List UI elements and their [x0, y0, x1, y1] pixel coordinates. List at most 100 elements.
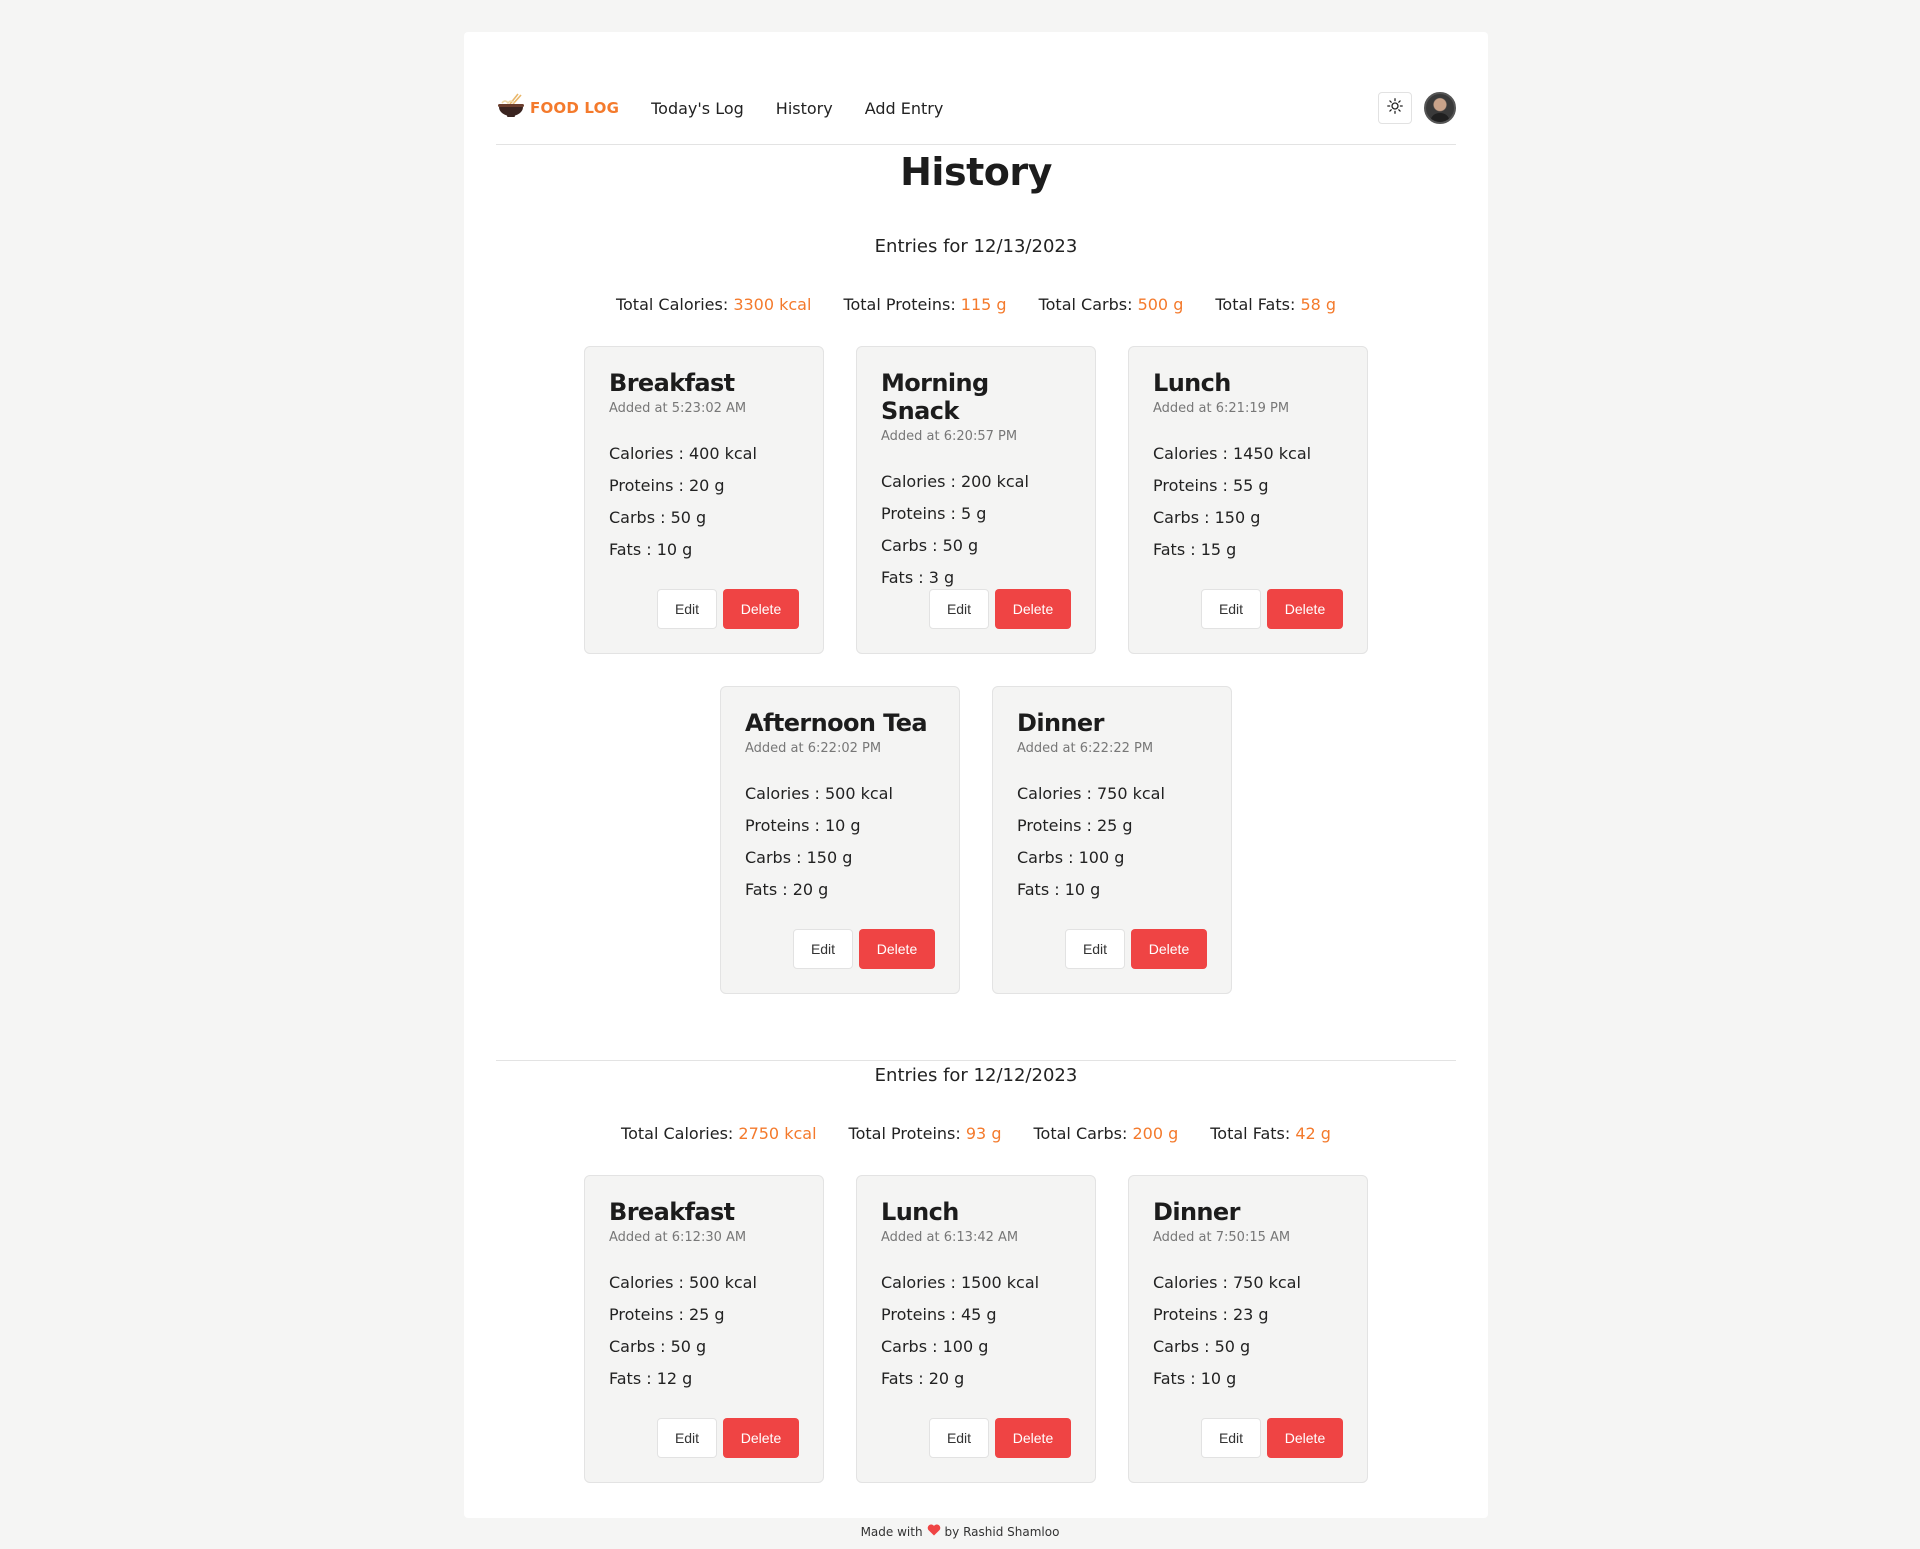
total-proteins: Total Proteins: 93 g [848, 1124, 1002, 1143]
entry-proteins: Proteins : 55 g [1153, 476, 1269, 495]
entry-title: Afternoon Tea [745, 709, 928, 737]
day-heading: Entries for 12/13/2023 [874, 236, 1078, 257]
footer-made-with: Made with [860, 1524, 923, 1539]
entry-calories: Calories : 1450 kcal [1153, 444, 1312, 463]
edit-button[interactable]: Edit [1201, 1418, 1261, 1458]
user-avatar[interactable] [1424, 92, 1456, 124]
nav-link-add-entry[interactable]: Add Entry [865, 99, 944, 118]
noodle-bowl-icon [496, 93, 526, 123]
nav-right [1378, 92, 1456, 124]
entry-proteins: Proteins : 25 g [609, 1305, 725, 1324]
entry-proteins: Proteins : 10 g [745, 816, 861, 835]
edit-button[interactable]: Edit [1201, 589, 1261, 629]
entry-calories: Calories : 1500 kcal [881, 1273, 1040, 1292]
entry-calories: Calories : 200 kcal [881, 472, 1029, 491]
entry-fats: Fats : 20 g [881, 1369, 965, 1388]
page-title: History [900, 150, 1052, 194]
entry-added-time: Added at 5:23:02 AM [609, 401, 747, 416]
entry-title: Lunch [1153, 369, 1231, 397]
footer-author[interactable]: by Rashid Shamloo [945, 1525, 1060, 1539]
top-nav: FOOD LOG Today's Log History Add Entry [496, 72, 1456, 145]
entry-proteins: Proteins : 45 g [881, 1305, 997, 1324]
delete-button[interactable]: Delete [1131, 929, 1207, 969]
page-container: FOOD LOG Today's Log History Add Entry H… [464, 32, 1488, 1518]
entry-calories: Calories : 750 kcal [1153, 1273, 1301, 1292]
nav-link-todays-log[interactable]: Today's Log [651, 99, 744, 118]
entry-proteins: Proteins : 25 g [1017, 816, 1133, 835]
entry-calories: Calories : 500 kcal [609, 1273, 757, 1292]
entry-card: Lunch Added at 6:13:42 AM Calories : 150… [856, 1175, 1096, 1483]
entry-title: Dinner [1017, 709, 1104, 737]
entry-cards: Breakfast Added at 6:12:30 AM Calories :… [576, 1175, 1376, 1483]
delete-button[interactable]: Delete [859, 929, 935, 969]
entry-carbs: Carbs : 50 g [609, 508, 707, 527]
entry-fats: Fats : 10 g [1017, 880, 1101, 899]
entry-title: Breakfast [609, 1198, 735, 1226]
total-fats: Total Fats: 42 g [1210, 1124, 1331, 1143]
entry-carbs: Carbs : 50 g [1153, 1337, 1251, 1356]
day-section: Entries for 12/13/2023 Total Calories: 3… [464, 236, 1488, 994]
logo-text: FOOD LOG [530, 99, 620, 117]
entry-fats: Fats : 15 g [1153, 540, 1237, 559]
entry-title: Morning Snack [881, 369, 989, 425]
edit-button[interactable]: Edit [793, 929, 853, 969]
entry-carbs: Carbs : 150 g [1153, 508, 1261, 527]
delete-button[interactable]: Delete [723, 589, 799, 629]
total-proteins: Total Proteins: 115 g [843, 295, 1007, 314]
day-totals: Total Calories: 2750 kcal Total Proteins… [464, 1124, 1488, 1143]
total-calories: Total Calories: 2750 kcal [621, 1124, 817, 1143]
total-calories: Total Calories: 3300 kcal [615, 295, 812, 314]
entry-card: Morning Snack Added at 6:20:57 PM Calori… [856, 346, 1096, 654]
total-carbs: Total Carbs: 200 g [1033, 1124, 1179, 1143]
entry-title: Lunch [881, 1198, 959, 1226]
entry-card: Dinner Added at 7:50:15 AM Calories : 75… [1128, 1175, 1368, 1483]
entry-title: Dinner [1153, 1198, 1240, 1226]
day-section: Entries for 12/12/2023 Total Calories: 2… [464, 1065, 1488, 1483]
entry-calories: Calories : 500 kcal [745, 784, 893, 803]
entry-fats: Fats : 12 g [609, 1369, 693, 1388]
entry-title: Breakfast [609, 369, 735, 397]
delete-button[interactable]: Delete [1267, 589, 1343, 629]
delete-button[interactable]: Delete [723, 1418, 799, 1458]
edit-button[interactable]: Edit [929, 589, 989, 629]
entry-card: Breakfast Added at 5:23:02 AM Calories :… [584, 346, 824, 654]
day-heading: Entries for 12/12/2023 [874, 1065, 1078, 1086]
theme-toggle-button[interactable] [1378, 92, 1412, 124]
section-divider [496, 1060, 1456, 1061]
delete-button[interactable]: Delete [995, 1418, 1071, 1458]
entry-carbs: Carbs : 150 g [745, 848, 853, 867]
entry-proteins: Proteins : 5 g [881, 504, 987, 523]
entry-carbs: Carbs : 50 g [609, 1337, 707, 1356]
edit-button[interactable]: Edit [657, 589, 717, 629]
edit-button[interactable]: Edit [929, 1418, 989, 1458]
entry-added-time: Added at 7:50:15 AM [1153, 1230, 1291, 1245]
delete-button[interactable]: Delete [1267, 1418, 1343, 1458]
footer: Made with by Rashid Shamloo [0, 1524, 1920, 1539]
entry-fats: Fats : 20 g [745, 880, 829, 899]
entry-fats: Fats : 10 g [609, 540, 693, 559]
heart-icon [927, 1524, 941, 1539]
entry-card: Dinner Added at 6:22:22 PM Calories : 75… [992, 686, 1232, 994]
nav-link-history[interactable]: History [776, 99, 833, 118]
entry-proteins: Proteins : 20 g [609, 476, 725, 495]
total-fats: Total Fats: 58 g [1215, 295, 1337, 314]
entry-added-time: Added at 6:12:30 AM [609, 1230, 747, 1245]
entry-added-time: Added at 6:13:42 AM [881, 1230, 1019, 1245]
entry-calories: Calories : 750 kcal [1017, 784, 1165, 803]
entry-fats: Fats : 10 g [1153, 1369, 1237, 1388]
entry-carbs: Carbs : 100 g [1017, 848, 1125, 867]
entry-card: Afternoon Tea Added at 6:22:02 PM Calori… [720, 686, 960, 994]
entry-added-time: Added at 6:22:22 PM [1017, 741, 1154, 756]
entry-card: Breakfast Added at 6:12:30 AM Calories :… [584, 1175, 824, 1483]
sun-icon [1387, 98, 1403, 118]
total-carbs: Total Carbs: 500 g [1038, 295, 1184, 314]
entry-added-time: Added at 6:21:19 PM [1153, 401, 1290, 416]
entry-carbs: Carbs : 50 g [881, 536, 979, 555]
delete-button[interactable]: Delete [995, 589, 1071, 629]
entry-carbs: Carbs : 100 g [881, 1337, 989, 1356]
logo-link[interactable]: FOOD LOG [496, 93, 619, 123]
entry-added-time: Added at 6:22:02 PM [745, 741, 882, 756]
day-totals: Total Calories: 3300 kcal Total Proteins… [464, 295, 1488, 314]
edit-button[interactable]: Edit [657, 1418, 717, 1458]
edit-button[interactable]: Edit [1065, 929, 1125, 969]
